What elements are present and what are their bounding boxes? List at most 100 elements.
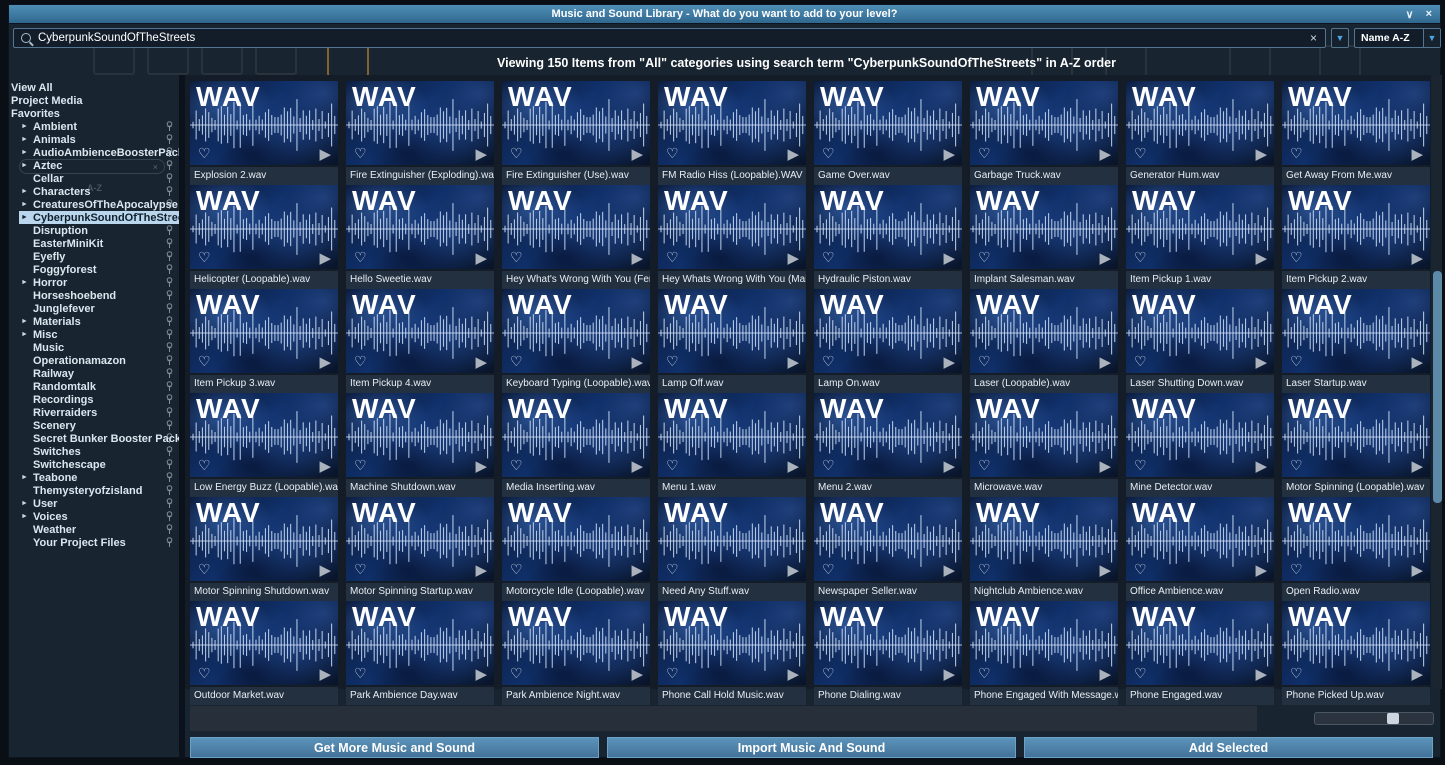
sound-tile[interactable]: WAV♡▶Generator Hum.wav: [1126, 81, 1274, 185]
expand-arrow-icon[interactable]: ►: [21, 201, 33, 208]
thumbnail-size-slider[interactable]: [1314, 712, 1434, 725]
play-preview-icon[interactable]: ▶: [1099, 145, 1111, 163]
horizontal-scrollbar-track[interactable]: [190, 706, 1257, 731]
sound-tile[interactable]: WAV♡▶Media Inserting.wav: [502, 393, 650, 497]
play-preview-icon[interactable]: ▶: [319, 353, 331, 371]
sound-tile[interactable]: WAV♡▶Item Pickup 3.wav: [190, 289, 338, 393]
play-preview-icon[interactable]: ▶: [943, 561, 955, 579]
sound-tile[interactable]: WAV♡▶Fire Extinguisher (Exploding).wav: [346, 81, 494, 185]
favorite-heart-icon[interactable]: ♡: [1134, 665, 1147, 682]
play-preview-icon[interactable]: ▶: [787, 561, 799, 579]
sidebar-item-cyberpunksoundofthestreets[interactable]: ►CyberpunkSoundOfTheStreets: [9, 211, 179, 224]
play-preview-icon[interactable]: ▶: [1411, 561, 1423, 579]
favorite-heart-icon[interactable]: ♡: [510, 353, 523, 370]
sound-tile[interactable]: WAV♡▶Menu 1.wav: [658, 393, 806, 497]
sidebar-item-audioambienceboosterpack[interactable]: ►AudioAmbienceBoosterPack: [9, 146, 179, 159]
favorite-heart-icon[interactable]: ♡: [354, 665, 367, 682]
play-preview-icon[interactable]: ▶: [787, 249, 799, 267]
play-preview-icon[interactable]: ▶: [1411, 145, 1423, 163]
play-preview-icon[interactable]: ▶: [943, 353, 955, 371]
sidebar-item-themysteryofzisland[interactable]: Themysteryofzisland: [9, 484, 179, 497]
sound-tile[interactable]: WAV♡▶Game Over.wav: [814, 81, 962, 185]
sound-tile[interactable]: WAV♡▶Item Pickup 1.wav: [1126, 185, 1274, 289]
play-preview-icon[interactable]: ▶: [1255, 249, 1267, 267]
favorite-heart-icon[interactable]: ♡: [978, 145, 991, 162]
sound-tile[interactable]: WAV♡▶FM Radio Hiss (Loopable).WAV: [658, 81, 806, 185]
clear-search-icon[interactable]: ×: [1302, 31, 1325, 45]
play-preview-icon[interactable]: ▶: [319, 249, 331, 267]
sound-tile[interactable]: WAV♡▶Laser Shutting Down.wav: [1126, 289, 1274, 393]
play-preview-icon[interactable]: ▶: [319, 145, 331, 163]
sound-tile[interactable]: WAV♡▶Item Pickup 2.wav: [1282, 185, 1430, 289]
sound-tile[interactable]: WAV♡▶Implant Salesman.wav: [970, 185, 1118, 289]
sidebar-item-cellar[interactable]: Cellar: [9, 172, 179, 185]
favorite-heart-icon[interactable]: ♡: [1290, 665, 1303, 682]
sound-tile[interactable]: WAV♡▶Nightclub Ambience.wav: [970, 497, 1118, 601]
play-preview-icon[interactable]: ▶: [787, 145, 799, 163]
search-field[interactable]: ×: [13, 28, 1326, 48]
play-preview-icon[interactable]: ▶: [475, 249, 487, 267]
favorite-heart-icon[interactable]: ♡: [1290, 249, 1303, 266]
sidebar-item-scenery[interactable]: Scenery: [9, 419, 179, 432]
sidebar-item-railway[interactable]: Railway: [9, 367, 179, 380]
favorite-heart-icon[interactable]: ♡: [198, 145, 211, 162]
favorite-heart-icon[interactable]: ♡: [198, 561, 211, 578]
play-preview-icon[interactable]: ▶: [1411, 249, 1423, 267]
favorite-heart-icon[interactable]: ♡: [198, 457, 211, 474]
sidebar-item-materials[interactable]: ►Materials: [9, 315, 179, 328]
sound-tile[interactable]: WAV♡▶Hey Whats Wrong With You (Male).wav: [658, 185, 806, 289]
favorite-heart-icon[interactable]: ♡: [666, 353, 679, 370]
close-icon[interactable]: ×: [1426, 8, 1432, 20]
favorite-heart-icon[interactable]: ♡: [666, 665, 679, 682]
play-preview-icon[interactable]: ▶: [1099, 249, 1111, 267]
play-preview-icon[interactable]: ▶: [787, 457, 799, 475]
sound-tile[interactable]: WAV♡▶Laser (Loopable).wav: [970, 289, 1118, 393]
play-preview-icon[interactable]: ▶: [1411, 457, 1423, 475]
favorite-heart-icon[interactable]: ♡: [666, 249, 679, 266]
sidebar-item-easterminikit[interactable]: EasterMiniKit: [9, 237, 179, 250]
favorite-heart-icon[interactable]: ♡: [978, 665, 991, 682]
expand-arrow-icon[interactable]: ►: [21, 318, 33, 325]
play-preview-icon[interactable]: ▶: [1099, 665, 1111, 683]
play-preview-icon[interactable]: ▶: [787, 665, 799, 683]
search-options-dropdown[interactable]: ▼: [1331, 28, 1349, 48]
favorite-heart-icon[interactable]: ♡: [978, 353, 991, 370]
play-preview-icon[interactable]: ▶: [1099, 561, 1111, 579]
sort-dropdown-button[interactable]: ▼: [1423, 29, 1440, 47]
favorite-heart-icon[interactable]: ♡: [666, 457, 679, 474]
sound-tile[interactable]: WAV♡▶Lamp Off.wav: [658, 289, 806, 393]
favorite-heart-icon[interactable]: ♡: [1134, 145, 1147, 162]
sidebar-item-weather[interactable]: Weather: [9, 523, 179, 536]
sound-tile[interactable]: WAV♡▶Outdoor Market.wav: [190, 601, 338, 705]
play-preview-icon[interactable]: ▶: [631, 353, 643, 371]
play-preview-icon[interactable]: ▶: [1099, 353, 1111, 371]
sound-tile[interactable]: WAV♡▶Microwave.wav: [970, 393, 1118, 497]
favorite-heart-icon[interactable]: ♡: [822, 561, 835, 578]
sound-tile[interactable]: WAV♡▶Open Radio.wav: [1282, 497, 1430, 601]
sound-tile[interactable]: WAV♡▶Lamp On.wav: [814, 289, 962, 393]
sound-tile[interactable]: WAV♡▶Get Away From Me.wav: [1282, 81, 1430, 185]
expand-arrow-icon[interactable]: ►: [21, 500, 33, 507]
favorite-heart-icon[interactable]: ♡: [1134, 353, 1147, 370]
play-preview-icon[interactable]: ▶: [1099, 457, 1111, 475]
favorite-heart-icon[interactable]: ♡: [198, 249, 211, 266]
sidebar-item-switchescape[interactable]: Switchescape: [9, 458, 179, 471]
favorite-heart-icon[interactable]: ♡: [1134, 561, 1147, 578]
expand-arrow-icon[interactable]: ►: [21, 149, 33, 156]
play-preview-icon[interactable]: ▶: [475, 353, 487, 371]
sound-tile[interactable]: WAV♡▶Item Pickup 4.wav: [346, 289, 494, 393]
slider-handle[interactable]: [1387, 713, 1399, 724]
expand-arrow-icon[interactable]: ►: [21, 331, 33, 338]
sound-tile[interactable]: WAV♡▶Fire Extinguisher (Use).wav: [502, 81, 650, 185]
sound-tile[interactable]: WAV♡▶Office Ambience.wav: [1126, 497, 1274, 601]
play-preview-icon[interactable]: ▶: [1411, 665, 1423, 683]
sound-tile[interactable]: WAV♡▶Phone Engaged With Message.wav: [970, 601, 1118, 705]
sound-tile[interactable]: WAV♡▶Machine Shutdown.wav: [346, 393, 494, 497]
dialog-titlebar[interactable]: Music and Sound Library - What do you wa…: [9, 5, 1440, 24]
sound-tile[interactable]: WAV♡▶Motorcycle Idle (Loopable).wav: [502, 497, 650, 601]
play-preview-icon[interactable]: ▶: [475, 145, 487, 163]
favorite-heart-icon[interactable]: ♡: [822, 249, 835, 266]
favorite-heart-icon[interactable]: ♡: [1290, 457, 1303, 474]
favorite-heart-icon[interactable]: ♡: [510, 457, 523, 474]
favorite-heart-icon[interactable]: ♡: [1134, 249, 1147, 266]
